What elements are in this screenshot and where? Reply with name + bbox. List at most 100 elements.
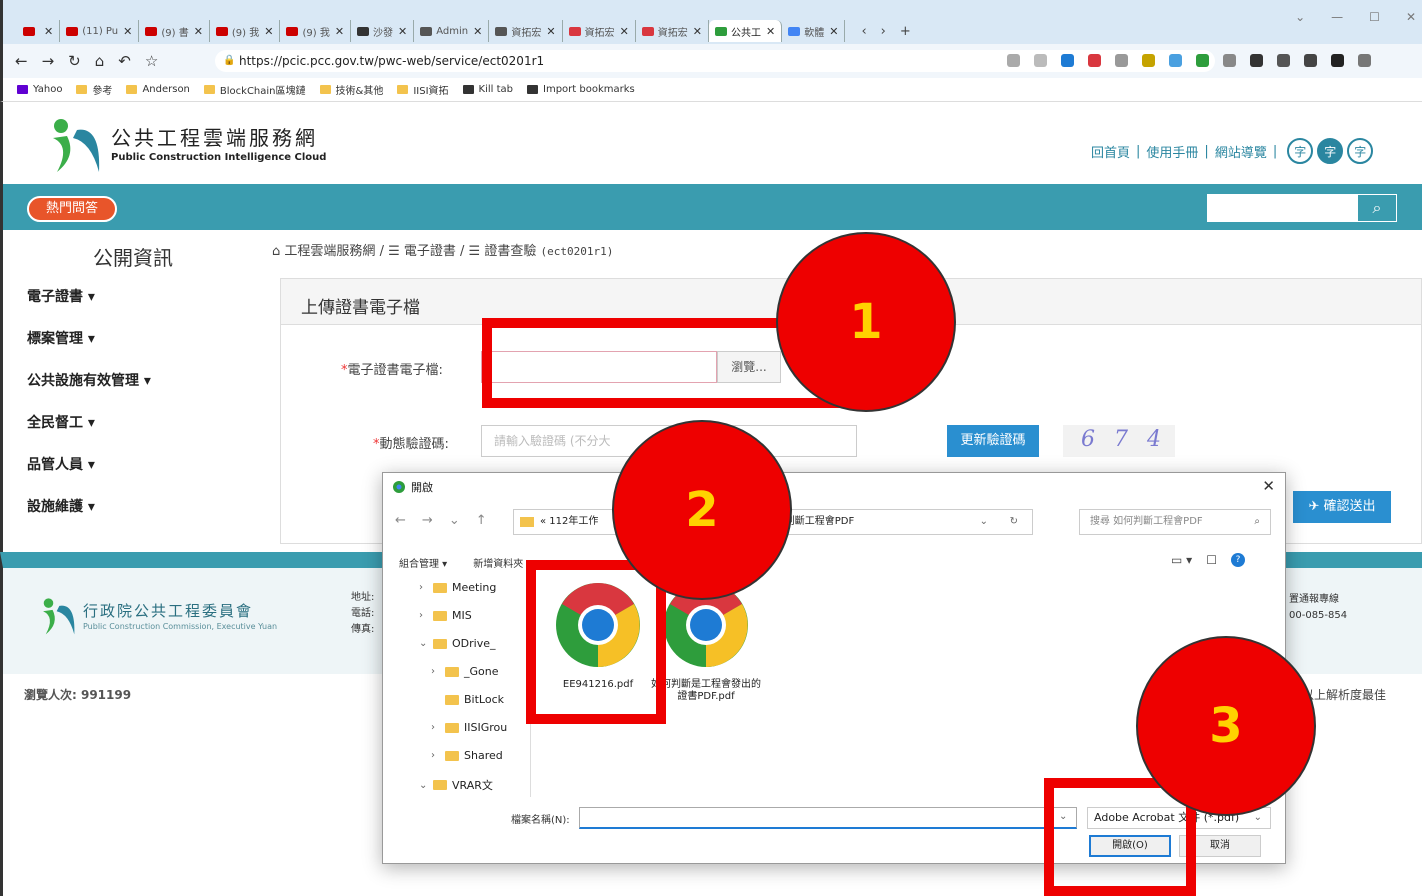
extension-icon[interactable] [1142,54,1155,67]
hot-qa-button[interactable]: 熱門問答 [27,196,117,222]
extension-record-icon[interactable] [1088,54,1101,67]
maximize-icon[interactable]: ☐ [1369,10,1380,24]
star-icon[interactable]: ☆ [145,52,158,70]
link-manual[interactable]: 使用手冊 [1146,142,1198,161]
font-small-button[interactable]: 字 [1287,138,1314,164]
back-icon[interactable]: ← [395,513,406,528]
sidebar-item-tender[interactable]: 標案管理 ▾ [27,328,95,348]
tree-folder-item[interactable]: BitLock [431,693,541,706]
view-icon[interactable]: ▭ ▾ [1171,553,1192,567]
bookmark-item[interactable]: BlockChain區塊鏈 [203,82,306,97]
chevron-right-icon[interactable]: › [881,24,886,39]
bookmark-item[interactable]: Yahoo [17,82,62,97]
sidebar-item-supervision[interactable]: 全民督工 ▾ [27,412,95,432]
tree-folder-item[interactable]: ⌄ ODrive_ [419,637,529,650]
tree-folder-item[interactable]: › _Gone [431,665,541,678]
chevron-icon[interactable]: › [419,610,433,621]
bookmark-item[interactable]: Import bookmarks [527,82,635,97]
dialog-close-icon[interactable]: ✕ [1262,477,1275,495]
chevron-down-icon[interactable]: ⌄ [1295,10,1305,24]
share-icon[interactable] [1007,54,1020,67]
sidebar-item-facility[interactable]: 公共設施有效管理 ▾ [27,370,151,390]
back-icon[interactable]: ← [15,52,28,70]
browser-tab[interactable]: (11) Pu ✕ [60,20,140,42]
bookmark-item[interactable]: 技術&其他 [319,82,383,97]
breadcrumb-level1[interactable]: 電子證書 [404,244,456,259]
forward-icon[interactable]: → [42,52,55,70]
new-tab-icon[interactable]: + [900,24,911,39]
tab-close-icon[interactable]: ✕ [829,25,838,38]
tab-close-icon[interactable]: ✕ [398,25,407,38]
chevron-icon[interactable]: › [431,722,445,733]
tab-close-icon[interactable]: ✕ [693,25,702,38]
star-icon[interactable] [1034,54,1047,67]
browser-tab[interactable]: ✕ [17,20,61,42]
bookmark-item[interactable]: IISI資拓 [397,82,449,97]
new-folder-button[interactable]: 新增資料夾 [473,555,523,570]
browser-tab[interactable]: (9) 我 ✕ [280,20,352,42]
dialog-search-input[interactable]: 搜尋 如何判斷工程會PDF ⌕ [1079,509,1271,535]
close-icon[interactable]: ✕ [1406,10,1416,24]
tree-folder-item[interactable]: ⌄ VRAR文 [419,777,529,793]
browser-tab[interactable]: 資拓宏 ✕ [489,20,563,42]
font-medium-button[interactable]: 字 [1317,138,1344,164]
home-icon[interactable]: ⌂ [95,52,105,70]
tab-close-icon[interactable]: ✕ [473,25,482,38]
browser-tab[interactable]: 資拓宏 ✕ [563,20,636,42]
undo-icon[interactable]: ↶ [118,52,131,70]
tab-close-icon[interactable]: ✕ [620,25,629,38]
browser-tab[interactable]: 資拓宏 ✕ [636,20,709,42]
tab-close-icon[interactable]: ✕ [44,25,53,38]
breadcrumb-home[interactable]: 工程雲端服務網 [284,244,375,259]
chevron-icon[interactable]: › [431,666,445,677]
chevron-icon[interactable]: › [431,750,445,761]
chevron-down-icon[interactable]: ⌄ [449,513,460,528]
tab-close-icon[interactable]: ✕ [766,25,775,38]
tree-folder-item[interactable]: › Shared [431,749,541,762]
tab-close-icon[interactable]: ✕ [194,25,203,38]
help-icon[interactable]: ? [1230,553,1245,567]
extension-icon[interactable] [1115,54,1128,67]
preview-pane-icon[interactable]: ☐ [1206,553,1217,567]
tab-close-icon[interactable]: ✕ [264,25,273,38]
tab-close-icon[interactable]: ✕ [546,25,555,38]
extension-icon[interactable] [1250,54,1263,67]
submit-button[interactable]: ✈ 確認送出 [1293,491,1391,523]
sidebar-item-maintenance[interactable]: 設施維護 ▾ [27,496,95,516]
tree-folder-item[interactable]: › IISIGrou [431,721,541,734]
tree-folder-item[interactable]: › Meeting [419,581,529,594]
site-logo-icon[interactable] [47,116,103,174]
font-large-button[interactable]: 字 [1347,138,1374,164]
browser-tab[interactable]: 公共工 ✕ [709,20,783,42]
extension-icon[interactable] [1169,54,1182,67]
browser-tab[interactable]: (9) 書 ✕ [139,20,210,42]
bookmark-item[interactable]: Kill tab [462,82,513,97]
browser-tab[interactable]: Admin ✕ [414,20,490,42]
chevron-down-icon[interactable]: ⌄ [980,510,988,534]
browser-tab[interactable]: 軟體 ✕ [782,20,846,42]
extension-icon[interactable] [1196,54,1209,67]
reload-icon[interactable]: ↻ [68,52,81,70]
tree-folder-item[interactable]: › MIS [419,609,529,622]
chevron-icon[interactable]: › [419,582,433,593]
tab-close-icon[interactable]: ✕ [335,25,344,38]
chevron-icon[interactable]: ⌄ [419,780,433,791]
bookmark-item[interactable]: Anderson [126,82,190,97]
bookmark-item[interactable]: 參考 [76,82,112,97]
profile-icon[interactable] [1358,54,1371,67]
minimize-icon[interactable]: — [1331,10,1343,24]
refresh-captcha-button[interactable]: 更新驗證碼 [947,425,1039,457]
site-search-input[interactable] [1207,194,1357,222]
search-button[interactable]: ⌕ [1357,194,1397,222]
tab-close-icon[interactable]: ✕ [123,25,132,38]
forward-icon[interactable]: → [422,513,433,528]
window-icon[interactable] [1331,54,1344,67]
sidebar-item-quality[interactable]: 品管人員 ▾ [27,454,95,474]
chevron-left-icon[interactable]: ‹ [861,24,866,39]
browser-tab[interactable]: 沙發 ✕ [351,20,415,42]
extension-icon[interactable] [1223,54,1236,67]
sidebar-item-certificate[interactable]: 電子證書 ▾ [27,286,95,306]
download-icon[interactable] [1304,54,1317,67]
refresh-icon[interactable]: ↻ [1010,510,1018,534]
link-home[interactable]: 回首頁 [1091,142,1130,161]
